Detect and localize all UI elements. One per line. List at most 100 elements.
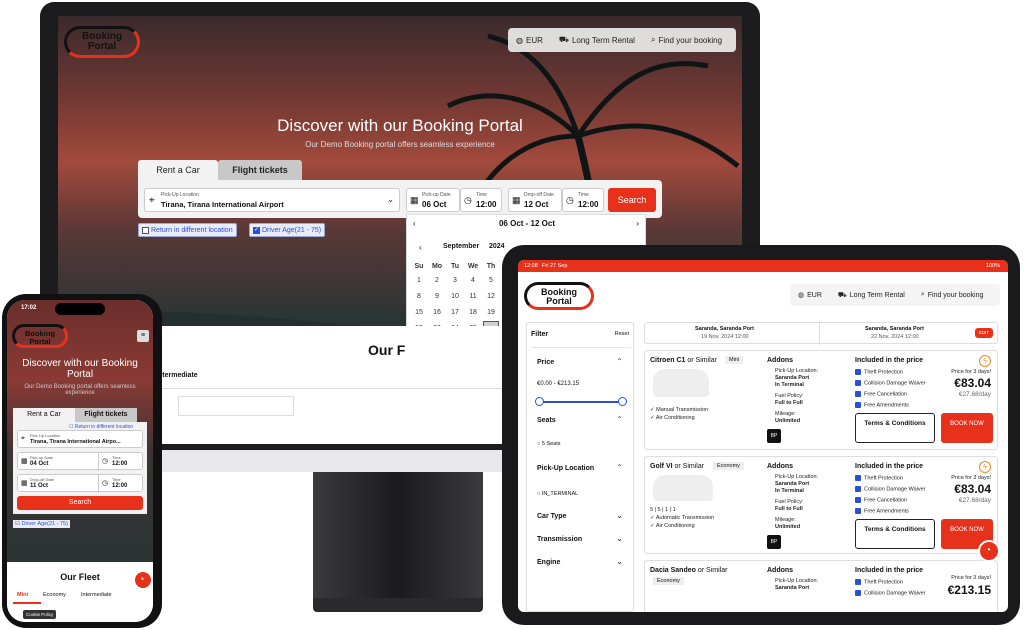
monitor-stand (313, 472, 483, 600)
fleet-tab-intermediate[interactable]: Intermediate (81, 592, 112, 598)
return-different-location-checkbox[interactable]: Return in different location (138, 223, 237, 237)
pickup-time-field[interactable]: ◷ Time 12:00 (460, 188, 502, 212)
find-booking-link[interactable]: ⌕ Find your booking (913, 291, 992, 299)
fleet-tab-economy[interactable]: Economy (43, 592, 66, 598)
car-image (653, 475, 713, 501)
driver-age-checkbox[interactable]: ✓ Driver Age(21 - 75) (249, 223, 326, 237)
chevron-down-icon[interactable]: ⌄ (616, 511, 623, 520)
calendar-day[interactable]: 16 (429, 305, 445, 321)
pickup-location-field[interactable]: Pick-Up Location Tirana, Tirana Internat… (17, 430, 143, 448)
dropoff-date-field[interactable]: ▦ Drop-off Date 11 Oct ◷ Time 12:00 (17, 474, 143, 493)
tab-flight-tickets[interactable]: Flight tickets (75, 408, 137, 422)
fleet-tab-mini[interactable]: Mini (17, 592, 28, 598)
calendar-day[interactable]: 9 (429, 289, 445, 305)
terms-button[interactable]: Terms & Conditions (855, 413, 935, 443)
price-range-text: €0.00 - €213.15 (537, 381, 580, 387)
engine-filter-toggle[interactable]: Engine (537, 559, 560, 566)
transmission-filter-toggle[interactable]: Transmission (537, 536, 582, 543)
long-term-rental-link[interactable]: ⛟ Long Term Rental (830, 291, 913, 300)
tab-rent-a-car[interactable]: Rent a Car (138, 160, 218, 180)
lightning-icon: ϟ (979, 355, 991, 367)
driver-age-checkbox[interactable]: ☑ Driver Age(21 - 75) (13, 520, 70, 528)
calendar-day[interactable]: 2 (429, 273, 445, 289)
calendar-day[interactable]: 1 (411, 273, 427, 289)
hero-subtitle: Our Demo Booking portal offers seamless … (305, 140, 495, 149)
logo-text-line2: Portal (87, 41, 117, 52)
calendar-day[interactable]: 17 (447, 305, 463, 321)
calendar-day[interactable]: 8 (411, 289, 427, 305)
prev-month-icon[interactable]: ‹ (413, 219, 416, 228)
cookie-policy-link[interactable]: Cookie Policy (23, 610, 57, 619)
pickup-location-filter-toggle[interactable]: Pick-Up Location (537, 465, 594, 472)
tab-flight-tickets[interactable]: Flight tickets (218, 160, 302, 180)
phone-screen: 17:02 Booking Portal ≡ Discover with our… (7, 300, 153, 622)
car-card: Citroen C1 or Similar Mini ✓ Manual Tran… (644, 350, 998, 450)
chevron-up-icon[interactable]: ⌃ (616, 357, 623, 366)
dropoff-time-field[interactable]: ◷ Time 12:00 (562, 188, 604, 212)
brand-logo[interactable]: Booking Portal (64, 26, 140, 58)
price-filter-toggle[interactable]: Price (537, 359, 554, 366)
calendar-icon: ▦ (21, 480, 28, 487)
calendar-month: September (443, 243, 480, 250)
car-type-filter-toggle[interactable]: Car Type (537, 513, 566, 520)
fleet-tab-intermediate[interactable]: ntermediate (158, 372, 198, 379)
chevron-down-icon[interactable]: ⌄ (616, 557, 623, 566)
book-now-button[interactable]: BOOK NOW (941, 413, 993, 443)
bp-badge-icon: BP (767, 429, 781, 443)
clock-icon: ◷ (102, 458, 109, 465)
tab-rent-a-car[interactable]: Rent a Car (13, 408, 75, 422)
currency-selector[interactable]: ◍ EUR (508, 36, 551, 45)
chat-button[interactable]: ◔ (978, 540, 1000, 562)
search-button[interactable]: Search (608, 188, 656, 212)
calendar-day[interactable]: 18 (465, 305, 481, 321)
location-pin-icon: ⌖ (21, 435, 25, 442)
clock-icon: ◷ (566, 195, 574, 205)
currency-selector[interactable]: ◍ EUR (790, 291, 830, 300)
brand-logo[interactable]: Booking Portal (12, 324, 68, 348)
edit-button[interactable]: EDIT (975, 328, 993, 338)
car-icon: ⛟ (837, 291, 847, 299)
calendar-day[interactable]: 10 (447, 289, 463, 305)
calendar-day[interactable]: 11 (465, 289, 481, 305)
top-nav: ◍ EUR ⛟ Long Term Rental ⌕ Find your bookin… (508, 28, 736, 52)
find-booking-link[interactable]: ⌕ Find your booking (643, 35, 730, 45)
seats-option-5[interactable]: ○ 5 Seats (537, 441, 561, 447)
reset-link[interactable]: Reset (615, 331, 629, 337)
seats-filter-toggle[interactable]: Seats (537, 417, 556, 424)
chevron-down-icon[interactable]: ⌄ (616, 534, 623, 543)
menu-icon[interactable]: ≡ (137, 330, 149, 342)
pickup-date-field[interactable]: ▦ Pick-up Date 04 Oct ◷ Time 12:00 (17, 452, 143, 471)
tablet-screen: 12:08 Fri 27 Sep 100% Booking Portal ◍ EU… (518, 260, 1008, 612)
terms-button[interactable]: Terms & Conditions (855, 519, 935, 549)
calendar-day[interactable]: 12 (483, 289, 499, 305)
price-slider-min-handle[interactable] (535, 397, 544, 406)
price-slider-max-handle[interactable] (618, 397, 627, 406)
dropoff-date-field[interactable]: ▦ Drop-off Date 12 Oct (508, 188, 562, 212)
search-icon: ⌕ (650, 35, 656, 44)
top-nav: ◍ EUR ⛟ Long Term Rental ⌕ Find your bookin… (790, 284, 1000, 306)
pickup-location-field[interactable]: ⌖ Pick-Up Location Tirana, Tirana Intern… (144, 188, 400, 212)
calendar-range: 06 Oct - 12 Oct (498, 219, 556, 228)
long-term-rental-link[interactable]: ⛟ Long Term Rental (551, 35, 643, 45)
monitor-stand-base (313, 598, 483, 612)
pickup-option-in-terminal[interactable]: ○ IN_TERMINAL (537, 491, 578, 497)
checkmark-icon: ✓ (253, 226, 260, 234)
calendar-day[interactable]: 5 (483, 273, 499, 289)
chevron-left-icon[interactable]: ‹ (419, 243, 422, 252)
dynamic-island (55, 303, 105, 315)
calendar-day[interactable]: 3 (447, 273, 463, 289)
category-badge: Economy (653, 577, 684, 585)
price-slider[interactable] (539, 401, 623, 403)
tablet-status-bar: 12:08 Fri 27 Sep 100% (518, 260, 1008, 272)
calendar-day[interactable]: 19 (483, 305, 499, 321)
calendar-day[interactable]: 4 (465, 273, 481, 289)
chat-button[interactable]: ◔ (133, 570, 153, 590)
chevron-up-icon[interactable]: ⌃ (616, 463, 623, 472)
calendar-day[interactable]: 15 (411, 305, 427, 321)
car-specs: 5 | 5 | 1 | 1 (650, 507, 676, 513)
next-month-icon[interactable]: › (636, 219, 639, 228)
pickup-date-field[interactable]: ▦ Pick-up Date 06 Oct (406, 188, 460, 212)
brand-logo[interactable]: Booking Portal (524, 282, 594, 310)
chevron-up-icon[interactable]: ⌃ (616, 415, 623, 424)
search-button[interactable]: Search (17, 496, 143, 510)
